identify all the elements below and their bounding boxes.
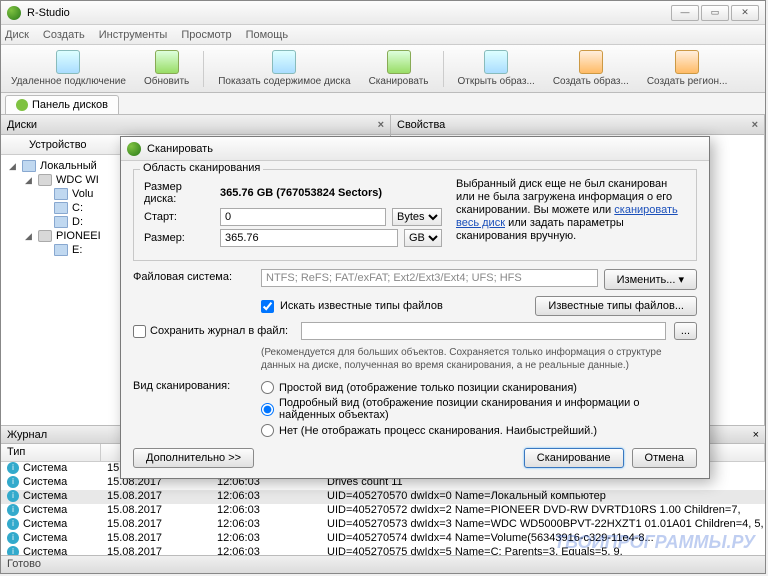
journal-row[interactable]: iСистема15.08.201712:06:03UID=405270573 … [1, 518, 765, 532]
tb-remote[interactable]: Удаленное подключение [7, 48, 130, 89]
scan-info-text: Выбранный диск еще не был сканирован или… [456, 178, 686, 250]
minimize-button[interactable]: — [671, 5, 699, 21]
browse-button[interactable]: ... [674, 322, 697, 340]
cancel-button[interactable]: Отмена [632, 448, 697, 468]
maximize-button[interactable]: ▭ [701, 5, 729, 21]
dialog-title: Сканировать [147, 143, 213, 155]
tb-show-content[interactable]: Показать содержимое диска [214, 48, 354, 89]
dialog-icon [127, 142, 141, 156]
filesystem-input[interactable] [261, 269, 598, 287]
known-types-checkbox[interactable] [261, 300, 274, 313]
tb-open-image[interactable]: Открыть образ... [454, 48, 539, 89]
tb-create-image[interactable]: Создать образ... [549, 48, 633, 89]
menu-view[interactable]: Просмотр [181, 29, 231, 41]
app-title: R-Studio [27, 7, 70, 19]
tree-col-device: Устройство [29, 139, 87, 151]
close-icon[interactable]: × [753, 429, 759, 441]
change-fs-button[interactable]: Изменить... ▾ [604, 269, 697, 290]
menu-disk[interactable]: Диск [5, 29, 29, 41]
tb-create-region[interactable]: Создать регион... [643, 48, 732, 89]
tb-refresh[interactable]: Обновить [140, 48, 193, 89]
view-detail-radio[interactable] [261, 403, 274, 416]
save-journal-checkbox[interactable] [133, 325, 146, 338]
menubar: Диск Создать Инструменты Просмотр Помощь [1, 25, 765, 45]
journal-title: Журнал [7, 429, 47, 441]
tab-disk-panel[interactable]: Панель дисков [5, 95, 119, 114]
view-none-radio[interactable] [261, 424, 274, 437]
scan-button[interactable]: Сканирование [524, 448, 624, 468]
scan-dialog: Сканировать Область сканирования Размер … [120, 136, 710, 479]
advanced-button[interactable]: Дополнительно >> [133, 448, 254, 468]
disk-size-value: 365.76 GB (767053824 Sectors) [220, 187, 382, 199]
disks-title: Диски [7, 119, 37, 131]
size-input[interactable] [220, 229, 398, 247]
menu-help[interactable]: Помощь [246, 29, 289, 41]
app-icon [7, 6, 21, 20]
close-icon[interactable]: × [752, 119, 758, 131]
menu-create[interactable]: Создать [43, 29, 85, 41]
tab-icon [16, 99, 28, 111]
journal-row[interactable]: iСистема15.08.201712:06:03UID=405270570 … [1, 490, 765, 504]
menu-tools[interactable]: Инструменты [99, 29, 168, 41]
view-simple-radio[interactable] [261, 381, 274, 394]
journal-row[interactable]: iСистема15.08.201712:06:03UID=405270574 … [1, 532, 765, 546]
statusbar: Готово [1, 555, 765, 573]
size-unit-select[interactable]: GB [404, 229, 442, 247]
known-types-button[interactable]: Известные типы файлов... [535, 296, 697, 316]
save-path-input[interactable] [301, 322, 666, 340]
start-unit-select[interactable]: Bytes [392, 208, 442, 226]
start-input[interactable] [220, 208, 386, 226]
scan-area-group: Область сканирования Размер диска:365.76… [133, 169, 697, 261]
toolbar: Удаленное подключение Обновить Показать … [1, 45, 765, 93]
panel-tabs: Панель дисков [1, 93, 765, 115]
titlebar[interactable]: R-Studio — ▭ ✕ [1, 1, 765, 25]
dialog-titlebar[interactable]: Сканировать [121, 137, 709, 161]
close-button[interactable]: ✕ [731, 5, 759, 21]
journal-row[interactable]: iСистема15.08.201712:06:03UID=405270572 … [1, 504, 765, 518]
props-title: Свойства [397, 119, 445, 131]
close-icon[interactable]: × [378, 119, 384, 131]
tb-scan[interactable]: Сканировать [365, 48, 433, 89]
